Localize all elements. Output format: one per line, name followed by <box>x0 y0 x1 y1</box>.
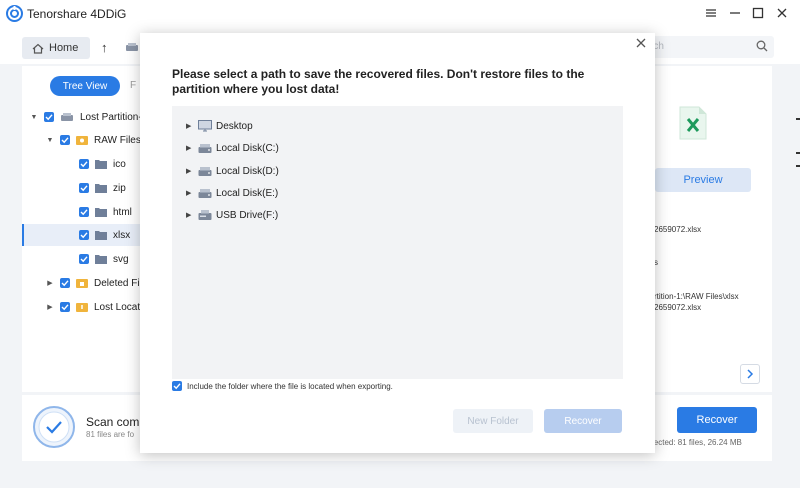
home-button[interactable]: Home <box>22 37 90 59</box>
tree-item-label: svg <box>113 253 129 265</box>
location-usb-drive-f[interactable]: ▶ USB Drive(F:) <box>186 205 278 225</box>
search-icon[interactable] <box>756 40 768 52</box>
folder-icon <box>95 160 107 169</box>
caret-down-icon[interactable]: ▼ <box>30 114 38 121</box>
include-folder-checkbox[interactable] <box>172 381 182 391</box>
include-folder-label: Include the folder where the file is loc… <box>187 381 393 391</box>
home-icon <box>32 43 44 54</box>
checkbox[interactable] <box>79 230 89 240</box>
checkbox[interactable] <box>60 135 70 145</box>
up-arrow-icon[interactable]: ↑ <box>101 40 108 55</box>
file-name: 2659072.xlsx <box>654 225 702 234</box>
checkbox[interactable] <box>79 159 89 169</box>
caret-down-icon[interactable]: ▼ <box>46 137 54 144</box>
close-icon[interactable] <box>634 37 648 51</box>
tab-tree-view[interactable]: Tree View <box>50 76 120 96</box>
app-logo-icon <box>6 5 23 22</box>
excel-file-icon <box>679 106 707 140</box>
drive-icon <box>126 43 138 51</box>
tree-item-label: Lost Partition- <box>80 111 142 123</box>
disk-icon <box>198 167 212 176</box>
include-folder-option[interactable]: Include the folder where the file is loc… <box>172 381 393 391</box>
scan-status-title: Scan com <box>86 415 140 429</box>
caret-right-icon[interactable]: ▶ <box>46 303 54 311</box>
checkbox[interactable] <box>44 112 54 122</box>
save-path-dialog: Please select a path to save the recover… <box>140 33 655 453</box>
tree-item-label: RAW Files <box>94 134 141 146</box>
dialog-recover-button[interactable]: Recover <box>544 409 622 433</box>
caret-right-icon[interactable]: ▶ <box>186 189 196 197</box>
checkbox[interactable] <box>60 278 70 288</box>
recover-button[interactable]: Recover <box>677 407 757 433</box>
tree-item-label: zip <box>113 182 126 194</box>
location-label: USB Drive(F:) <box>216 209 279 221</box>
chevron-right-icon <box>747 369 754 379</box>
location-label: Local Disk(D:) <box>216 165 279 177</box>
selected-files-info: lected: 81 files, 26.24 MB <box>652 438 742 447</box>
minimize-icon[interactable] <box>725 4 745 22</box>
tree-item-label: xlsx <box>113 229 131 241</box>
scan-status-subtitle: 81 files are fo <box>86 430 135 439</box>
next-arrow-button[interactable] <box>740 364 760 384</box>
location-local-disk-d[interactable]: ▶ Local Disk(D:) <box>186 161 279 181</box>
tree-item-label: html <box>113 206 132 218</box>
caret-right-icon[interactable]: ▶ <box>186 122 196 130</box>
dialog-title: Please select a path to save the recover… <box>172 67 585 96</box>
lost-folder-icon <box>76 303 88 312</box>
maximize-icon[interactable] <box>748 4 768 22</box>
location-desktop[interactable]: ▶ Desktop <box>186 116 253 136</box>
location-label: Local Disk(C:) <box>216 142 279 154</box>
checkbox[interactable] <box>79 183 89 193</box>
deleted-folder-icon <box>76 279 88 288</box>
disk-icon <box>198 144 212 153</box>
scan-complete-icon <box>33 406 75 448</box>
file-path-line2: 2659072.xlsx <box>654 303 702 312</box>
app-title: Tenorshare 4DDiG <box>27 7 127 21</box>
caret-right-icon[interactable]: ▶ <box>46 279 54 287</box>
edge-mark <box>796 165 800 167</box>
menu-icon[interactable] <box>701 4 721 22</box>
edge-mark <box>796 152 800 154</box>
folder-icon <box>95 255 107 264</box>
location-local-disk-e[interactable]: ▶ Local Disk(E:) <box>186 183 278 203</box>
checkbox[interactable] <box>79 254 89 264</box>
folder-icon <box>95 208 107 217</box>
disk-icon <box>198 189 212 198</box>
tree-item-label: Deleted Fi <box>94 277 140 289</box>
home-label: Home <box>49 42 79 54</box>
raw-folder-icon <box>76 136 88 145</box>
location-label: Desktop <box>216 120 253 132</box>
close-window-icon[interactable] <box>772 4 792 22</box>
location-label: Local Disk(E:) <box>216 187 279 199</box>
tab-file-view[interactable]: F <box>130 76 136 98</box>
right-panel: Preview 2659072.xlsx s rtition-1:\RAW Fi… <box>640 66 772 392</box>
caret-right-icon[interactable]: ▶ <box>186 211 196 219</box>
location-local-disk-c[interactable]: ▶ Local Disk(C:) <box>186 138 279 158</box>
tree-item-label: ico <box>113 158 126 170</box>
view-tabs: Tree View F <box>50 76 136 98</box>
caret-right-icon[interactable]: ▶ <box>186 144 196 152</box>
preview-button[interactable]: Preview <box>655 168 751 192</box>
new-folder-button[interactable]: New Folder <box>453 409 533 433</box>
desktop-icon <box>198 120 212 132</box>
title-bar: Tenorshare 4DDiG <box>0 0 800 28</box>
edge-mark <box>796 118 800 120</box>
checkbox[interactable] <box>60 302 70 312</box>
caret-right-icon[interactable]: ▶ <box>186 167 196 175</box>
file-path-line1: rtition-1:\RAW Files\xlsx <box>654 292 739 301</box>
search-input[interactable]: rch <box>640 36 774 58</box>
usb-icon <box>198 210 212 220</box>
tree-item-label: Lost Locat <box>94 301 141 313</box>
location-tree: ▶ Desktop ▶ Local Disk(C:) ▶ Local Disk(… <box>172 106 623 379</box>
checkbox[interactable] <box>79 207 89 217</box>
drive-icon <box>61 113 73 121</box>
folder-icon <box>95 184 107 193</box>
folder-icon <box>95 231 107 240</box>
